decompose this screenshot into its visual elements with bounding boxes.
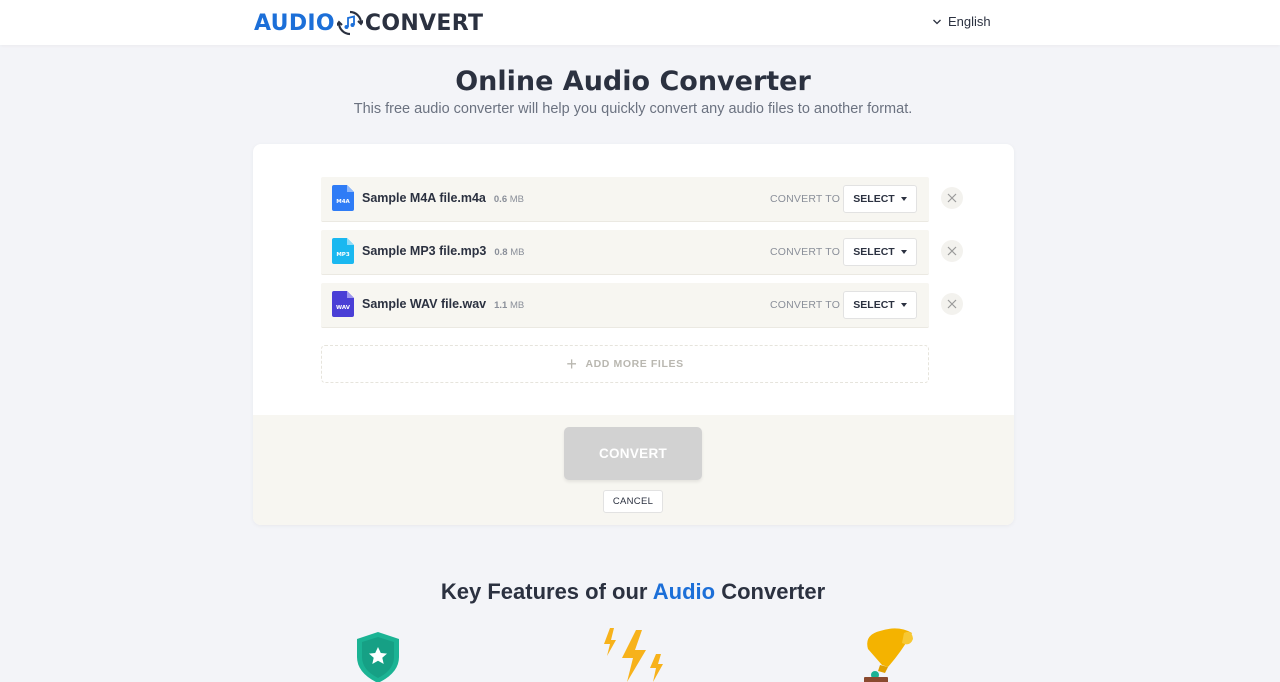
shield-star-icon [357, 632, 399, 682]
file-type-label: MP3 [336, 252, 350, 258]
caret-down-icon [900, 303, 907, 307]
convert-button[interactable]: CONVERT [564, 427, 702, 480]
page-subtitle: This free audio converter will help you … [353, 101, 913, 117]
top-header: AUDIO CONVERT English [0, 0, 1280, 45]
remove-file-button[interactable] [941, 187, 963, 209]
convert-to-label: CONVERT TO [770, 193, 841, 205]
file-row: WAV Sample WAV file.wav 1.1 MB CONVERT TO… [321, 283, 929, 328]
format-select-button[interactable]: SELECT [843, 291, 917, 319]
add-more-files-button[interactable]: + ADD MORE FILES [321, 345, 929, 383]
logo[interactable]: AUDIO CONVERT [254, 9, 483, 37]
file-name: Sample MP3 file.mp3 0.8 MB [362, 244, 525, 258]
format-select-button[interactable]: SELECT [843, 185, 917, 213]
caret-down-icon [900, 197, 907, 201]
mp3-file-icon: MP3 [332, 238, 354, 264]
logo-text-audio: AUDIO [254, 10, 335, 36]
file-type-label: WAV [336, 305, 351, 311]
format-select-button[interactable]: SELECT [843, 238, 917, 266]
file-type-label: M4A [336, 199, 350, 205]
plus-icon: + [566, 354, 578, 374]
language-selector[interactable]: English [932, 14, 991, 29]
remove-file-button[interactable] [941, 293, 963, 315]
file-name: Sample WAV file.wav 1.1 MB [362, 297, 525, 311]
cancel-button[interactable]: CANCEL [603, 490, 663, 513]
file-row: MP3 Sample MP3 file.mp3 0.8 MB CONVERT TO… [321, 230, 929, 275]
convert-to-label: CONVERT TO [770, 299, 841, 311]
file-name: Sample M4A file.m4a 0.6 MB [362, 191, 524, 205]
close-icon [947, 246, 957, 256]
add-more-label: ADD MORE FILES [585, 358, 684, 370]
file-size: 1.1 MB [494, 300, 525, 311]
language-label: English [948, 14, 991, 29]
page-title: Online Audio Converter [455, 66, 811, 97]
m4a-file-icon: M4A [332, 185, 354, 211]
wav-file-icon: WAV [332, 291, 354, 317]
logo-text-convert: CONVERT [364, 10, 484, 36]
chevron-down-icon [933, 19, 941, 24]
file-size: 0.8 MB [494, 247, 525, 258]
close-icon [947, 299, 957, 309]
remove-file-button[interactable] [941, 240, 963, 262]
close-icon [947, 193, 957, 203]
logo-music-note-icon [336, 10, 363, 36]
gramophone-icon [864, 628, 913, 682]
file-row: M4A Sample M4A file.m4a 0.6 MB CONVERT TO… [321, 177, 929, 222]
features-title: Key Features of our Audio Converter [440, 579, 826, 604]
convert-to-label: CONVERT TO [770, 246, 841, 258]
caret-down-icon [900, 250, 907, 254]
file-size: 0.6 MB [493, 194, 524, 205]
lightning-icon [604, 628, 663, 682]
converter-card: M4A Sample M4A file.m4a 0.6 MB CONVERT TO… [253, 144, 1014, 525]
